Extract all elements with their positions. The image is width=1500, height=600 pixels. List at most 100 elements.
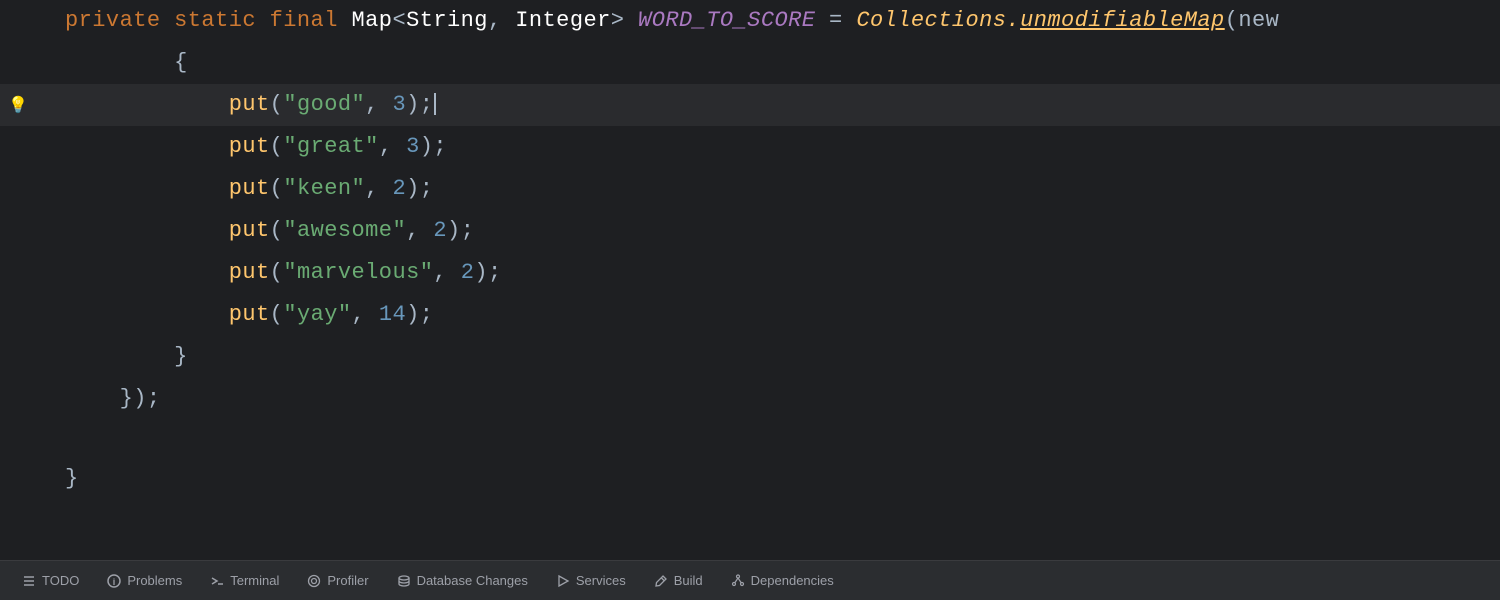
- code-token-plain: [65, 134, 229, 159]
- code-token-method: unmodifiableMap: [1020, 8, 1225, 33]
- code-token-plain: ,: [352, 302, 379, 327]
- code-content: put("marvelous", 2);: [55, 254, 1500, 292]
- code-token-number: 2: [461, 260, 475, 285]
- code-content: private static final Map<String, Integer…: [55, 2, 1500, 40]
- code-token-plain: [65, 176, 229, 201]
- profiler-icon: [307, 574, 321, 588]
- status-item-label-dependencies: Dependencies: [751, 573, 834, 588]
- code-line: put("marvelous", 2);: [0, 252, 1500, 294]
- code-token-type-generic: Integer: [515, 8, 611, 33]
- code-token-number: 2: [392, 176, 406, 201]
- code-content: });: [55, 380, 1500, 418]
- code-line: });: [0, 378, 1500, 420]
- status-item-profiler[interactable]: Profiler: [293, 561, 382, 600]
- status-item-problems[interactable]: iProblems: [93, 561, 196, 600]
- code-token-plain: }: [65, 344, 188, 369]
- code-line: put("awesome", 2);: [0, 210, 1500, 252]
- code-token-plain: ,: [379, 134, 406, 159]
- problems-icon: i: [107, 574, 121, 588]
- code-line: [0, 420, 1500, 458]
- terminal-icon: [210, 574, 224, 588]
- todo-icon: [22, 574, 36, 588]
- code-content: {: [55, 44, 1500, 82]
- status-item-todo[interactable]: TODO: [8, 561, 93, 600]
- code-token-string: "marvelous": [283, 260, 433, 285]
- code-token-string: "good": [283, 92, 365, 117]
- code-token-plain: =: [815, 8, 856, 33]
- status-item-label-build: Build: [674, 573, 703, 588]
- code-token-plain: >: [611, 8, 638, 33]
- code-token-string: "keen": [283, 176, 365, 201]
- dependencies-icon: [731, 574, 745, 588]
- build-icon: [654, 574, 668, 588]
- code-token-plain: ,: [365, 92, 392, 117]
- code-token-plain: (new: [1225, 8, 1280, 33]
- code-token-plain: [65, 302, 229, 327]
- code-line: }: [0, 458, 1500, 500]
- lightbulb-icon[interactable]: 💡: [8, 95, 28, 115]
- code-token-plain: (: [270, 176, 284, 201]
- code-token-method: Collections.: [856, 8, 1020, 33]
- code-line: private static final Map<String, Integer…: [0, 0, 1500, 42]
- code-token-plain: }: [65, 466, 79, 491]
- code-line: 💡 put("good", 3);: [0, 84, 1500, 126]
- status-item-label-db-changes: Database Changes: [417, 573, 528, 588]
- status-item-terminal[interactable]: Terminal: [196, 561, 293, 600]
- code-line: put("keen", 2);: [0, 168, 1500, 210]
- code-token-kw: private static final: [65, 8, 352, 33]
- code-token-plain: );: [420, 134, 447, 159]
- code-token-method-call: put: [229, 176, 270, 201]
- services-icon: [556, 574, 570, 588]
- svg-text:i: i: [113, 577, 116, 587]
- status-item-services[interactable]: Services: [542, 561, 640, 600]
- code-token-plain: ,: [406, 218, 433, 243]
- code-token-method-call: put: [229, 92, 270, 117]
- code-token-number: 3: [406, 134, 420, 159]
- code-token-var-name: WORD_TO_SCORE: [638, 8, 815, 33]
- code-content: put("yay", 14);: [55, 296, 1500, 334]
- code-token-plain: [65, 218, 229, 243]
- status-item-build[interactable]: Build: [640, 561, 717, 600]
- code-token-plain: });: [65, 386, 161, 411]
- code-token-plain: );: [406, 92, 433, 117]
- status-bar: TODO iProblems Terminal Profiler Database Ch…: [0, 560, 1500, 600]
- status-item-db-changes[interactable]: Database Changes: [383, 561, 542, 600]
- code-token-plain: (: [270, 92, 284, 117]
- code-content: put("good", 3);: [55, 86, 1500, 124]
- code-token-plain: );: [474, 260, 501, 285]
- code-token-plain: <: [392, 8, 406, 33]
- code-token-method-call: put: [229, 134, 270, 159]
- code-token-string: "yay": [283, 302, 351, 327]
- code-token-plain: ,: [433, 260, 460, 285]
- code-line: put("yay", 14);: [0, 294, 1500, 336]
- code-token-plain: (: [270, 218, 284, 243]
- code-line: {: [0, 42, 1500, 84]
- code-token-type-generic: String: [406, 8, 488, 33]
- code-token-plain: );: [406, 176, 433, 201]
- code-token-number: 2: [433, 218, 447, 243]
- code-token-plain: ,: [365, 176, 392, 201]
- code-token-plain: {: [65, 50, 188, 75]
- code-token-string: "great": [283, 134, 379, 159]
- code-token-type-generic: Map: [352, 8, 393, 33]
- code-token-plain: (: [270, 260, 284, 285]
- code-token-plain: );: [447, 218, 474, 243]
- code-editor[interactable]: private static final Map<String, Integer…: [0, 0, 1500, 560]
- code-token-plain: [65, 92, 229, 117]
- code-content: }: [55, 338, 1500, 376]
- code-token-plain: [65, 260, 229, 285]
- code-token-number: 3: [392, 92, 406, 117]
- text-cursor: [434, 93, 436, 115]
- code-token-plain: (: [270, 134, 284, 159]
- status-item-label-todo: TODO: [42, 573, 79, 588]
- code-content: put("awesome", 2);: [55, 212, 1500, 250]
- code-content: put("keen", 2);: [55, 170, 1500, 208]
- status-item-label-profiler: Profiler: [327, 573, 368, 588]
- code-token-number: 14: [379, 302, 406, 327]
- code-token-method-call: put: [229, 218, 270, 243]
- status-item-label-terminal: Terminal: [230, 573, 279, 588]
- code-line: }: [0, 336, 1500, 378]
- status-item-dependencies[interactable]: Dependencies: [717, 561, 848, 600]
- code-content: }: [55, 460, 1500, 498]
- db-changes-icon: [397, 574, 411, 588]
